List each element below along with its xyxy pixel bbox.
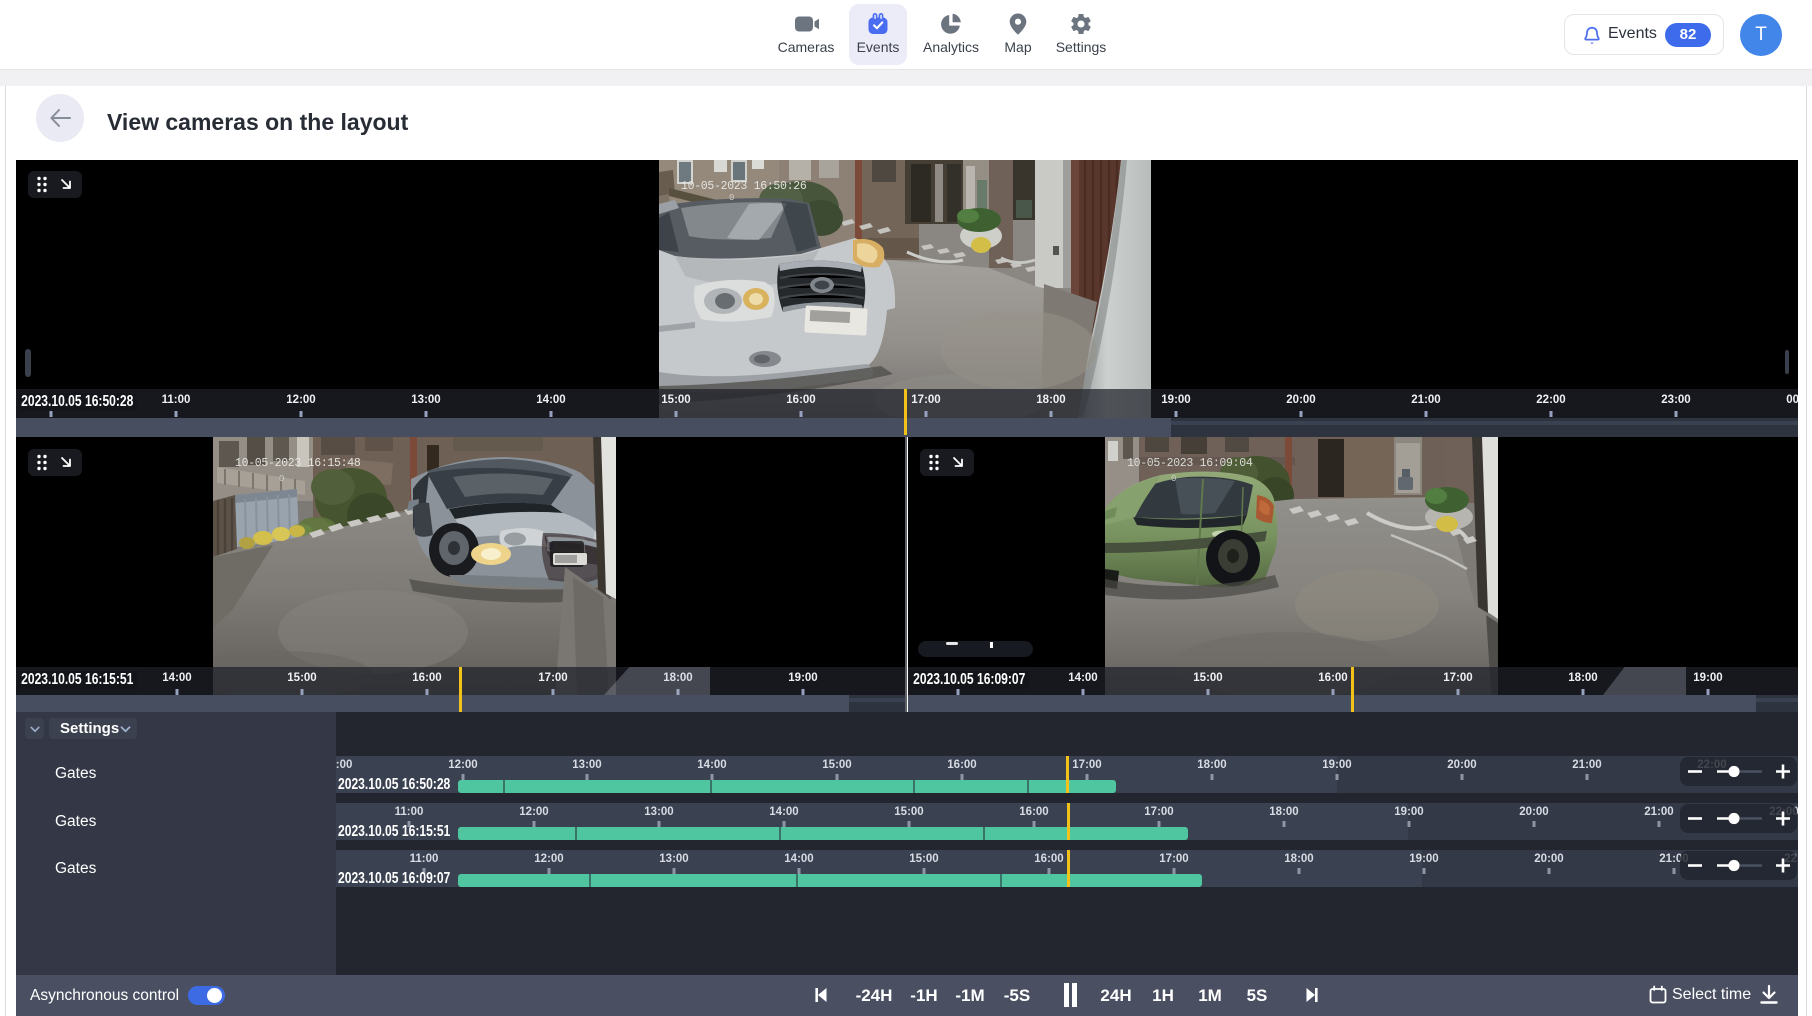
- svg-text:0: 0: [279, 474, 284, 484]
- svg-text:10-05-2023 16:50:26: 10-05-2023 16:50:26: [681, 180, 807, 193]
- svg-text:0: 0: [729, 193, 734, 203]
- svg-text:0: 0: [1171, 474, 1176, 484]
- svg-text:10-05-2023 16:09:04: 10-05-2023 16:09:04: [1127, 457, 1253, 470]
- svg-text:10-05-2023 16:15:48: 10-05-2023 16:15:48: [235, 457, 361, 470]
